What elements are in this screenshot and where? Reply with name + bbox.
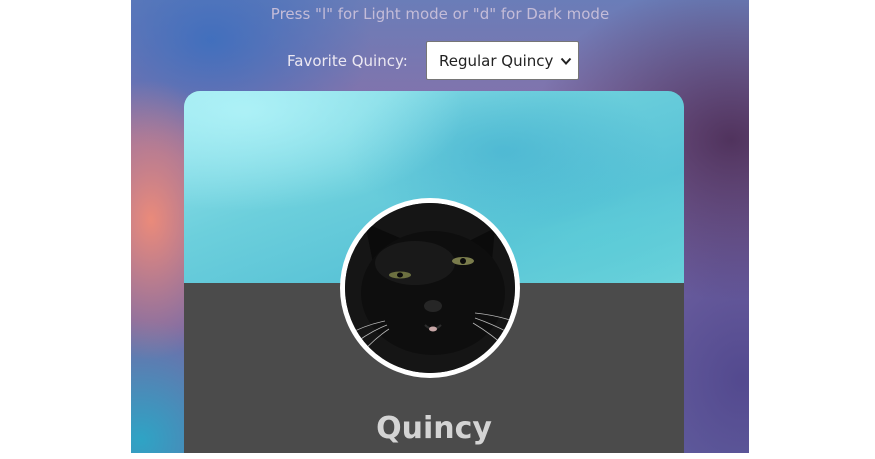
favorite-quincy-select[interactable]: Regular Quincy — [426, 41, 579, 80]
chevron-down-icon — [560, 57, 572, 65]
theme-hint-text: Press "l" for Light mode or "d" for Dark… — [270, 5, 610, 23]
profile-card: Quincy — [184, 91, 684, 453]
page-background: Press "l" for Light mode or "d" for Dark… — [131, 0, 749, 453]
avatar — [340, 198, 520, 378]
black-cat-photo — [345, 203, 515, 373]
favorite-quincy-label: Favorite Quincy: — [287, 52, 408, 70]
profile-name: Quincy — [376, 411, 492, 446]
favorite-quincy-row: Favorite Quincy: Regular Quincy — [131, 41, 749, 81]
favorite-quincy-selected-value: Regular Quincy — [439, 52, 554, 70]
